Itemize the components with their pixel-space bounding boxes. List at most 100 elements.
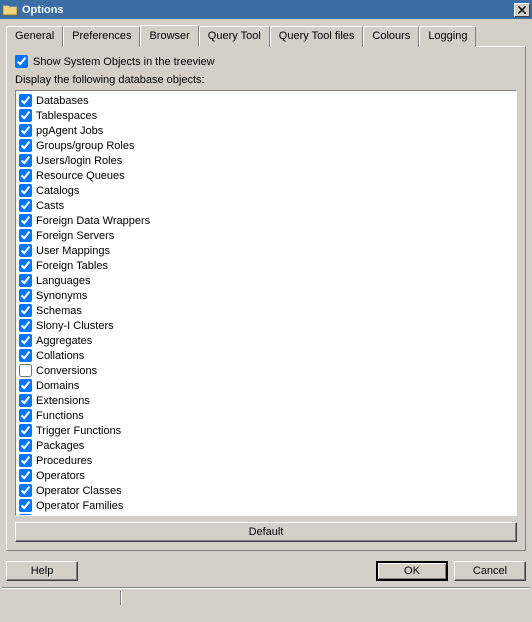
item-label: Databases: [36, 95, 89, 107]
objects-listbox[interactable]: Databases Tablespaces pgAgent Jobs Groups/g…: [15, 90, 517, 516]
item-checkbox[interactable]: [19, 409, 32, 422]
item-checkbox[interactable]: [19, 469, 32, 482]
show-system-row: Show System Objects in the treeview: [15, 55, 517, 68]
tab-logging[interactable]: Logging: [419, 26, 476, 47]
item-checkbox[interactable]: [19, 274, 32, 287]
item-label: User Mappings: [36, 245, 110, 257]
item-label: Users/login Roles: [36, 155, 122, 167]
cancel-button[interactable]: Cancel: [454, 561, 526, 581]
item-checkbox[interactable]: [19, 514, 32, 516]
help-button[interactable]: Help: [6, 561, 78, 581]
item-label: Trigger Functions: [36, 425, 121, 437]
list-item[interactable]: Packages: [19, 438, 513, 453]
item-checkbox[interactable]: [19, 454, 32, 467]
window-title: Options: [22, 4, 514, 16]
list-item[interactable]: Procedures: [19, 453, 513, 468]
list-item[interactable]: Tablespaces: [19, 108, 513, 123]
tab-general[interactable]: General: [6, 26, 63, 47]
tab-strip: GeneralPreferencesBrowserQuery ToolQuery…: [6, 25, 526, 46]
tab-query-tool[interactable]: Query Tool: [199, 26, 270, 47]
item-checkbox[interactable]: [19, 139, 32, 152]
tab-query-tool-files[interactable]: Query Tool files: [270, 26, 364, 47]
item-label: Procedures: [36, 455, 92, 467]
list-item[interactable]: pgAgent Jobs: [19, 123, 513, 138]
item-checkbox[interactable]: [19, 109, 32, 122]
show-system-checkbox[interactable]: [15, 55, 28, 68]
list-item[interactable]: Catalogs: [19, 183, 513, 198]
tab-browser[interactable]: Browser: [140, 25, 198, 47]
item-checkbox[interactable]: [19, 259, 32, 272]
list-item[interactable]: Trigger Functions: [19, 423, 513, 438]
list-item[interactable]: Casts: [19, 198, 513, 213]
item-label: Foreign Servers: [36, 230, 114, 242]
tab-preferences[interactable]: Preferences: [63, 26, 140, 47]
item-label: Groups/group Roles: [36, 140, 134, 152]
list-item[interactable]: Foreign Data Wrappers: [19, 213, 513, 228]
item-label: Resource Queues: [36, 170, 125, 182]
list-item[interactable]: Languages: [19, 273, 513, 288]
item-label: Sequences: [36, 515, 91, 517]
item-label: Operator Families: [36, 500, 123, 512]
item-checkbox[interactable]: [19, 304, 32, 317]
item-checkbox[interactable]: [19, 244, 32, 257]
list-item[interactable]: Resource Queues: [19, 168, 513, 183]
list-item[interactable]: Operator Classes: [19, 483, 513, 498]
item-checkbox[interactable]: [19, 319, 32, 332]
show-system-label[interactable]: Show System Objects in the treeview: [33, 56, 215, 68]
list-item[interactable]: Operator Families: [19, 498, 513, 513]
list-item[interactable]: Foreign Servers: [19, 228, 513, 243]
list-item[interactable]: Sequences: [19, 513, 513, 516]
list-item[interactable]: Functions: [19, 408, 513, 423]
list-item[interactable]: Users/login Roles: [19, 153, 513, 168]
item-label: Extensions: [36, 395, 90, 407]
item-checkbox[interactable]: [19, 439, 32, 452]
item-checkbox[interactable]: [19, 94, 32, 107]
item-checkbox[interactable]: [19, 499, 32, 512]
item-checkbox[interactable]: [19, 229, 32, 242]
list-item[interactable]: Collations: [19, 348, 513, 363]
item-label: Foreign Data Wrappers: [36, 215, 150, 227]
list-item[interactable]: User Mappings: [19, 243, 513, 258]
item-checkbox[interactable]: [19, 394, 32, 407]
close-button[interactable]: [514, 3, 530, 17]
item-checkbox[interactable]: [19, 484, 32, 497]
item-checkbox[interactable]: [19, 124, 32, 137]
list-item[interactable]: Domains: [19, 378, 513, 393]
list-item[interactable]: Conversions: [19, 363, 513, 378]
ok-button[interactable]: OK: [376, 561, 448, 581]
list-item[interactable]: Groups/group Roles: [19, 138, 513, 153]
item-label: Domains: [36, 380, 79, 392]
item-checkbox[interactable]: [19, 364, 32, 377]
item-checkbox[interactable]: [19, 349, 32, 362]
item-checkbox[interactable]: [19, 154, 32, 167]
item-label: Catalogs: [36, 185, 79, 197]
list-heading: Display the following database objects:: [15, 74, 517, 86]
item-label: Slony-I Clusters: [36, 320, 114, 332]
list-item[interactable]: Slony-I Clusters: [19, 318, 513, 333]
list-item[interactable]: Schemas: [19, 303, 513, 318]
tab-colours[interactable]: Colours: [363, 26, 419, 47]
item-checkbox[interactable]: [19, 424, 32, 437]
item-checkbox[interactable]: [19, 214, 32, 227]
list-item[interactable]: Aggregates: [19, 333, 513, 348]
item-checkbox[interactable]: [19, 334, 32, 347]
list-item[interactable]: Foreign Tables: [19, 258, 513, 273]
item-label: Aggregates: [36, 335, 92, 347]
list-item[interactable]: Operators: [19, 468, 513, 483]
item-label: pgAgent Jobs: [36, 125, 103, 137]
item-label: Tablespaces: [36, 110, 97, 122]
item-checkbox[interactable]: [19, 289, 32, 302]
item-checkbox[interactable]: [19, 199, 32, 212]
item-checkbox[interactable]: [19, 379, 32, 392]
item-label: Languages: [36, 275, 90, 287]
item-label: Collations: [36, 350, 84, 362]
titlebar: Options: [0, 0, 532, 19]
item-label: Foreign Tables: [36, 260, 108, 272]
list-item[interactable]: Extensions: [19, 393, 513, 408]
default-button[interactable]: Default: [15, 522, 517, 542]
status-bar: [2, 587, 530, 607]
item-checkbox[interactable]: [19, 169, 32, 182]
item-checkbox[interactable]: [19, 184, 32, 197]
list-item[interactable]: Databases: [19, 93, 513, 108]
list-item[interactable]: Synonyms: [19, 288, 513, 303]
